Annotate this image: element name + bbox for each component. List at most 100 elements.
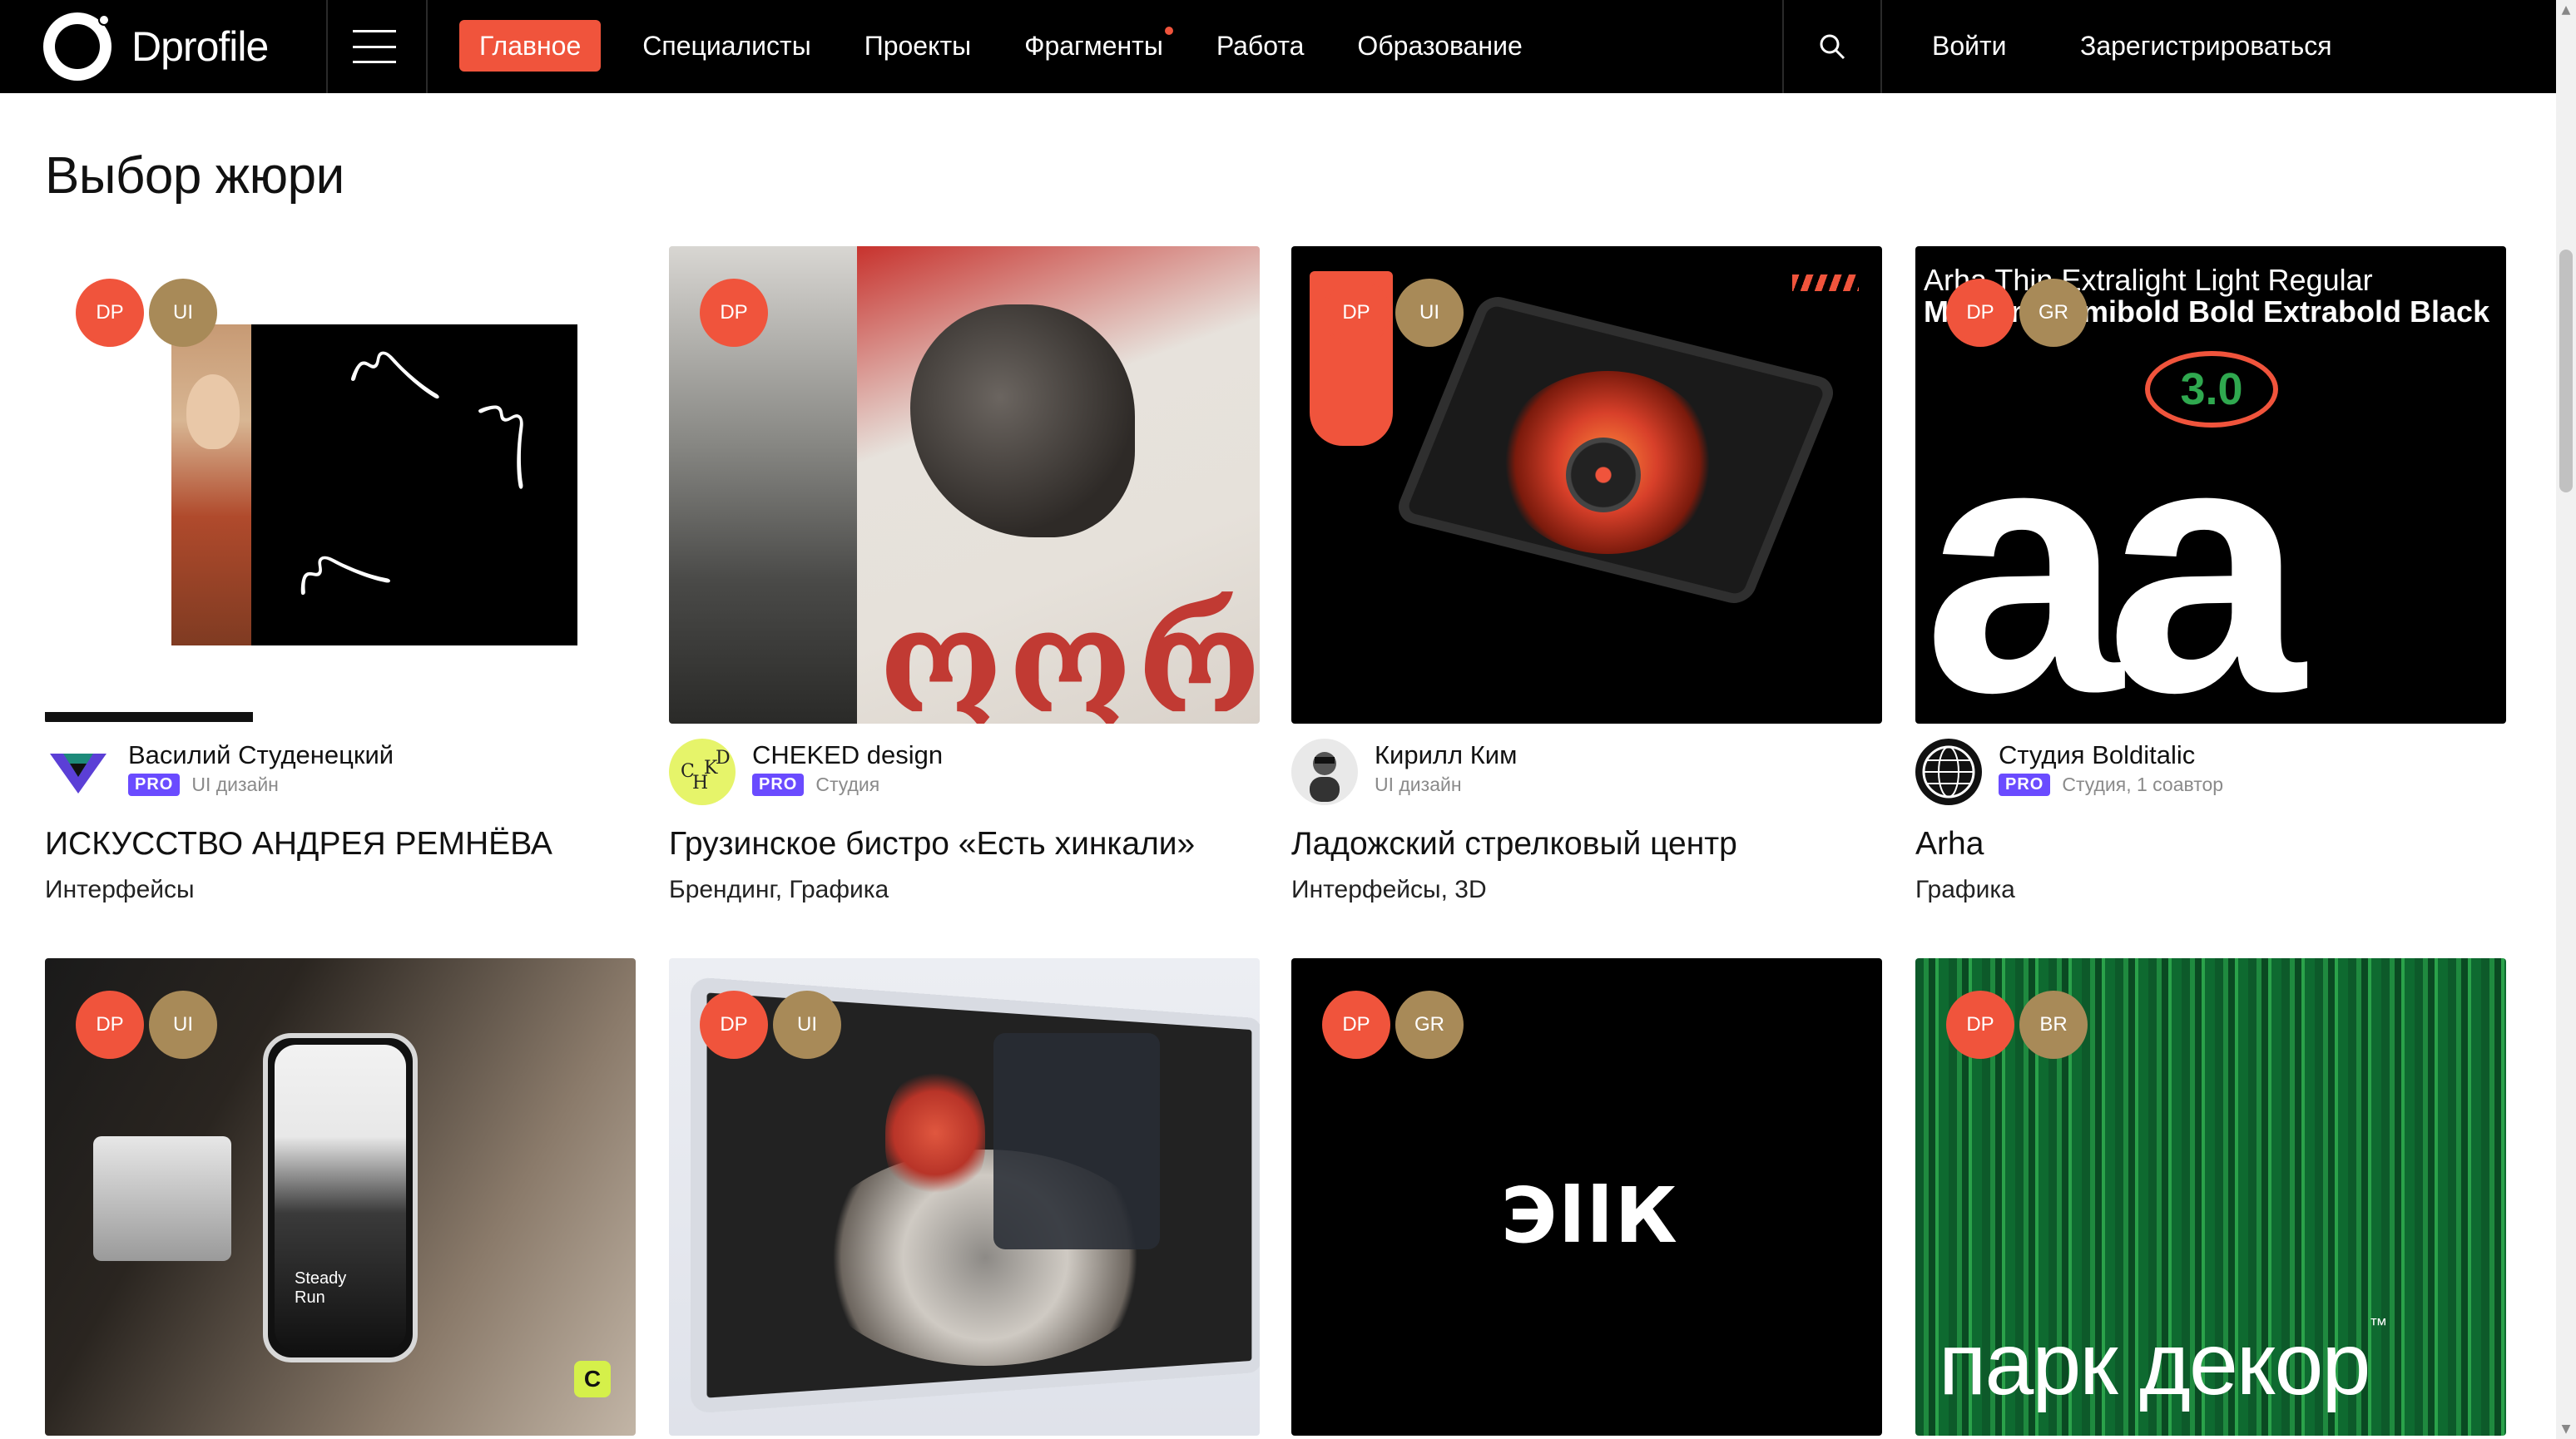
card-meta: CHKD CHEKED design PRO Студия Грузинское…	[669, 739, 1260, 907]
avatar[interactable]: CHKD	[669, 739, 736, 805]
art-phone-screen: Steady Run	[275, 1045, 406, 1351]
nav-item-projects[interactable]: Проекты	[838, 20, 998, 72]
badge-dp: DP	[702, 281, 765, 344]
badge-group: DP GR	[1325, 993, 1461, 1056]
project-thumbnail[interactable]: парк декор™ DP BR	[1915, 958, 2506, 1436]
top-navigation-bar: Dprofile Главное Специалисты Проекты Фра…	[0, 0, 2556, 93]
nav-label: Работа	[1216, 31, 1305, 61]
badge-dp: DP	[78, 993, 141, 1056]
scroll-down-icon[interactable]: ▼	[2558, 1421, 2574, 1437]
project-thumbnail[interactable]: Arha Thin Extralight Light Regular Mediu…	[1915, 246, 2506, 724]
divider	[326, 0, 328, 93]
scrollbar-track[interactable]	[2556, 0, 2576, 1439]
nav-item-education[interactable]: Образование	[1330, 20, 1548, 72]
author-role: UI дизайн	[191, 774, 279, 796]
badge-category: UI	[151, 993, 215, 1056]
badge-dp: DP	[1949, 281, 2012, 344]
avatar-person-icon	[1291, 739, 1358, 805]
globe-icon	[1915, 739, 1982, 805]
badge-dp: DP	[702, 993, 765, 1056]
avatar[interactable]	[1915, 739, 1982, 805]
pro-badge: PRO	[1999, 774, 2050, 796]
project-tags: Брендинг, Графика	[669, 873, 1260, 907]
main-nav: Главное Специалисты Проекты Фрагменты Ра…	[459, 20, 1549, 72]
project-thumbnail[interactable]: DP UI 〽 〽 〽	[45, 246, 636, 724]
art-brand-text: парк декор™	[1939, 1314, 2385, 1415]
project-title[interactable]: Arha	[1915, 823, 2506, 865]
card-meta: Кирилл Ким UI дизайн Ладожский стрелковы…	[1291, 739, 1882, 907]
nav-label: Образование	[1357, 31, 1522, 61]
divider	[426, 0, 428, 93]
badge-category: GR	[2022, 281, 2085, 344]
nav-label: Проекты	[864, 31, 971, 61]
project-thumbnail[interactable]: DP UI	[1291, 246, 1882, 724]
badge-group: DP UI	[78, 281, 215, 344]
project-thumbnail[interactable]: Steady Run C DP UI	[45, 958, 636, 1436]
nav-label: Главное	[479, 31, 581, 61]
project-thumbnail[interactable]: ЭllК DP GR	[1291, 958, 1882, 1436]
logo[interactable]: Dprofile	[43, 8, 268, 85]
card-meta: Василий Студенецкий PRO UI дизайн ИСКУСС…	[45, 739, 636, 907]
search-button[interactable]	[1784, 0, 1880, 93]
author-role: UI дизайн	[1375, 774, 1462, 796]
project-tags: Интерфейсы	[45, 873, 636, 907]
search-icon	[1817, 32, 1847, 62]
nav-item-specialists[interactable]: Специалисты	[616, 20, 837, 72]
art-logo: ЭllК	[1501, 1171, 1679, 1260]
badge-dp: DP	[1325, 993, 1388, 1056]
art-phone-text: Steady Run	[295, 1269, 361, 1308]
nav-label: Фрагменты	[1024, 31, 1163, 61]
avatar[interactable]	[45, 739, 111, 805]
avatar-cheked-icon: CHKD	[669, 739, 736, 805]
section-title: Выбор жюри	[45, 146, 344, 205]
project-title[interactable]: ИСКУССТВО АНДРЕЯ РЕМНЁВА	[45, 823, 636, 865]
badge-group: DP	[702, 281, 765, 344]
badge-category: BR	[2022, 993, 2085, 1056]
login-link[interactable]: Войти	[1932, 20, 2007, 72]
nav-item-main[interactable]: Главное	[459, 20, 601, 72]
logo-mark-icon	[43, 12, 111, 81]
notification-dot	[1165, 27, 1173, 35]
project-title[interactable]: Ладожский стрелковый центр	[1291, 823, 1882, 865]
art-card-image	[93, 1136, 231, 1261]
register-link[interactable]: Зарегистрироваться	[2080, 20, 2332, 72]
badge-group: DP BR	[1949, 993, 2085, 1056]
badge-group: DP UI	[702, 993, 839, 1056]
avatar[interactable]	[1291, 739, 1358, 805]
badge-category: UI	[775, 993, 839, 1056]
scroll-up-icon[interactable]: ▲	[2558, 2, 2574, 18]
nav-item-fragments[interactable]: Фрагменты	[998, 20, 1190, 72]
art-brand-word: парк декор	[1939, 1315, 2369, 1413]
card-meta: Студия Bolditalic PRO Студия, 1 соавтор …	[1915, 739, 2506, 907]
pro-badge: PRO	[752, 774, 804, 796]
art-stripes	[1792, 274, 1859, 291]
svg-text:D: D	[716, 748, 731, 769]
progress-bar	[45, 712, 253, 722]
menu-burger-icon[interactable]	[353, 30, 396, 63]
art-trademark: ™	[2369, 1314, 2385, 1335]
author-name[interactable]: Студия Bolditalic	[1999, 739, 2223, 772]
project-tags: Интерфейсы, 3D	[1291, 873, 1882, 907]
scrollbar-thumb[interactable]	[2559, 250, 2573, 492]
art-big-letters: aa	[1924, 418, 2288, 717]
badge-dp: DP	[1325, 281, 1388, 344]
badge-group: DP GR	[1949, 281, 2085, 344]
author-name[interactable]: CHEKED design	[752, 739, 943, 772]
project-thumbnail[interactable]: ოორბე DP	[669, 246, 1260, 724]
project-thumbnail[interactable]: DP UI	[669, 958, 1260, 1436]
badge-group: DP UI	[1325, 281, 1461, 344]
badge-category: UI	[1398, 281, 1461, 344]
author-name[interactable]: Василий Студенецкий	[128, 739, 394, 772]
nav-label: Специалисты	[642, 31, 810, 61]
project-tags: Графика	[1915, 873, 2506, 907]
author-name[interactable]: Кирилл Ким	[1375, 739, 1517, 772]
badge-category: UI	[151, 281, 215, 344]
art-ui-panel	[993, 1033, 1160, 1249]
author-role: Студия	[815, 774, 879, 796]
avatar-logo-icon	[45, 739, 111, 805]
art-flower	[885, 1066, 985, 1199]
author-role: Студия, 1 соавтор	[2062, 774, 2223, 796]
project-title[interactable]: Грузинское бистро «Есть хинкали»	[669, 823, 1260, 865]
nav-item-work[interactable]: Работа	[1190, 20, 1331, 72]
art-georgian-text: ოორბე	[879, 579, 1260, 724]
